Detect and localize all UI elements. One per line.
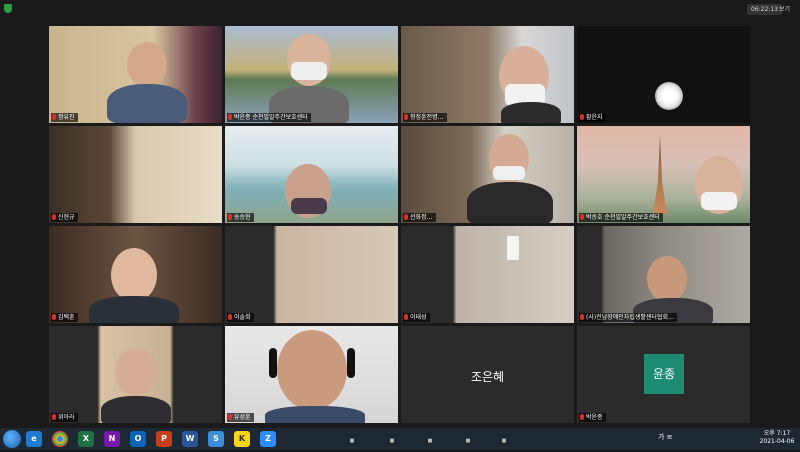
onenote-icon[interactable]: N xyxy=(104,431,120,447)
mute-control-icon[interactable]: ■ xyxy=(342,430,362,444)
participant-name: 위아라 xyxy=(51,413,78,422)
windows-taskbar: e X N O P W S K Z ■ ■ ■ ■ ■ 가 ≡ 오후 7:17 … xyxy=(0,428,800,450)
participant-tile[interactable]: 유성훈 xyxy=(225,326,398,423)
participant-tile[interactable]: 신현규 xyxy=(49,126,222,223)
video-feed xyxy=(49,26,222,123)
participant-tile-video-off[interactable]: 윤종 박윤종 xyxy=(577,326,750,423)
video-feed xyxy=(401,26,574,123)
video-feed xyxy=(577,226,750,323)
participant-avatar: 윤종 xyxy=(644,354,684,394)
muted-mic-icon xyxy=(580,114,584,120)
muted-mic-icon xyxy=(580,314,584,320)
muted-mic-icon xyxy=(228,114,232,120)
participant-name: 선화정… xyxy=(403,213,436,222)
participant-tile[interactable]: 위아라 xyxy=(49,326,222,423)
muted-mic-icon xyxy=(228,414,232,420)
ime-indicator[interactable]: 가 ≡ xyxy=(658,432,673,442)
participant-tile-video-off[interactable]: 조은혜 xyxy=(401,326,574,423)
participant-tile[interactable]: 정유진 xyxy=(49,26,222,123)
word-icon[interactable]: W xyxy=(182,431,198,447)
clock-date: 2021-04-06 xyxy=(759,438,795,445)
muted-mic-icon xyxy=(52,414,56,420)
participant-tile[interactable]: 청정훈전병… xyxy=(401,26,574,123)
start-button[interactable] xyxy=(3,430,21,448)
video-feed xyxy=(225,226,398,323)
clock-time: 오후 7:17 xyxy=(763,430,791,437)
participant-name: 김택훈 xyxy=(51,313,78,322)
participant-name: 정유진 xyxy=(51,113,78,122)
participant-tile[interactable]: (사)전남장애인자립생활센터협회… xyxy=(577,226,750,323)
participant-name: 박윤종 순천밀알주간보호센터 xyxy=(227,113,311,122)
store-icon[interactable]: S xyxy=(208,431,224,447)
muted-mic-icon xyxy=(404,314,408,320)
participant-name: 이태성 xyxy=(403,313,430,322)
chat-icon[interactable]: ■ xyxy=(494,430,514,444)
participant-tile[interactable]: 선화정… xyxy=(401,126,574,223)
participant-name: 박승호 순천밀알주간보호센터 xyxy=(579,213,663,222)
video-feed xyxy=(49,126,222,223)
muted-mic-icon xyxy=(52,314,56,320)
video-feed xyxy=(49,226,222,323)
muted-mic-icon xyxy=(580,214,584,220)
muted-mic-icon xyxy=(404,114,408,120)
muted-mic-icon xyxy=(52,114,56,120)
video-control-icon[interactable]: ■ xyxy=(382,430,402,444)
powerpoint-icon[interactable]: P xyxy=(156,431,172,447)
share-screen-icon[interactable]: ■ xyxy=(420,430,440,444)
video-feed xyxy=(225,126,398,223)
excel-icon[interactable]: X xyxy=(78,431,94,447)
participant-name: 신현규 xyxy=(51,213,78,222)
muted-mic-icon xyxy=(228,314,232,320)
participant-name: 이솔희 xyxy=(227,313,254,322)
video-feed xyxy=(401,126,574,223)
participant-tile[interactable]: 박승호 순천밀알주간보호센터 xyxy=(577,126,750,223)
video-feed xyxy=(49,326,222,423)
outlook-icon[interactable]: O xyxy=(130,431,146,447)
participant-tile[interactable]: 박윤종 순천밀알주간보호센터 xyxy=(225,26,398,123)
ie-icon[interactable]: e xyxy=(26,431,42,447)
video-feed xyxy=(577,26,750,123)
view-button[interactable]: 보기 xyxy=(776,4,793,15)
muted-mic-icon xyxy=(404,214,408,220)
video-feed xyxy=(577,126,750,223)
participant-display-name: 조은혜 xyxy=(470,370,505,384)
participant-tile[interactable]: 황윤지 xyxy=(577,26,750,123)
participant-name: 박윤종 xyxy=(579,413,606,422)
encryption-shield-icon[interactable] xyxy=(4,4,12,13)
participant-name: 유성훈 xyxy=(227,413,254,422)
zoom-top-bar: 06:22:13 보기 xyxy=(0,0,800,18)
muted-mic-icon xyxy=(228,214,232,220)
kakaotalk-icon[interactable]: K xyxy=(234,431,250,447)
participant-name: (사)전남장애인자립생활센터협회… xyxy=(579,313,677,322)
participant-name: 청정훈전병… xyxy=(403,113,447,122)
muted-mic-icon xyxy=(52,214,56,220)
participant-name: 송승현 xyxy=(227,213,254,222)
participant-tile-active-speaker[interactable]: 김택훈 xyxy=(49,226,222,323)
system-clock[interactable]: 오후 7:17 2021-04-06 xyxy=(755,430,799,446)
video-feed xyxy=(225,26,398,123)
zoom-icon[interactable]: Z xyxy=(260,431,276,447)
participant-name: 황윤지 xyxy=(579,113,606,122)
video-feed xyxy=(401,226,574,323)
gallery-grid: 정유진 박윤종 순천밀알주간보호센터 청정훈전병… 황윤지 신현규 송승현 선화… xyxy=(49,26,751,424)
participant-tile[interactable]: 이솔희 xyxy=(225,226,398,323)
video-feed xyxy=(225,326,398,423)
participants-icon[interactable]: ■ xyxy=(458,430,478,444)
participant-tile[interactable]: 이태성 xyxy=(401,226,574,323)
muted-mic-icon xyxy=(580,414,584,420)
chrome-icon[interactable] xyxy=(52,431,68,447)
participant-tile[interactable]: 송승현 xyxy=(225,126,398,223)
